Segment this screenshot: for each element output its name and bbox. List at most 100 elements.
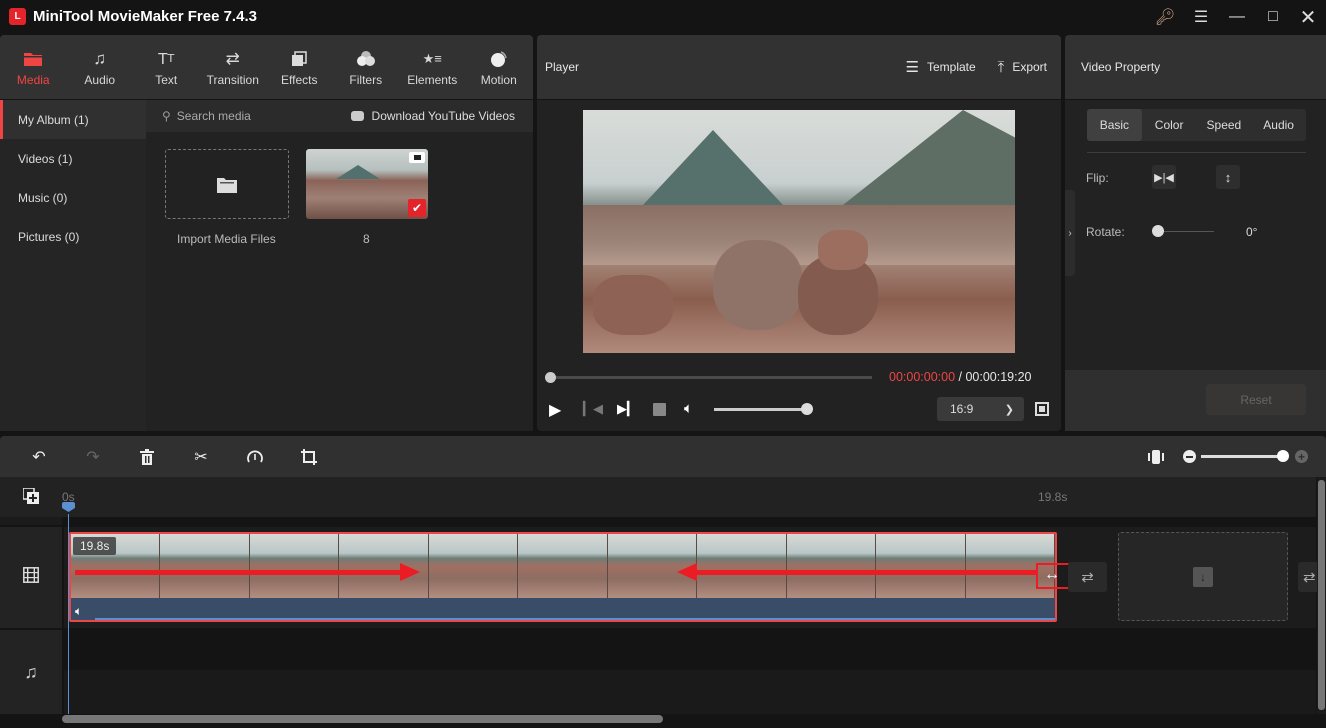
tab-media[interactable]: Media: [0, 35, 67, 99]
minimize-icon[interactable]: —: [1222, 5, 1252, 29]
ruler-end-label: 19.8s: [1038, 490, 1068, 504]
tab-label: Elements: [407, 72, 458, 87]
zoom-out-icon[interactable]: [1183, 450, 1196, 463]
playhead-handle[interactable]: [62, 502, 75, 512]
key-icon[interactable]: 🔑︎: [1150, 5, 1180, 29]
video-mountain: [643, 130, 783, 205]
search-icon: ⚲: [162, 109, 171, 123]
export-button[interactable]: ⤒ Export: [998, 59, 1047, 76]
clip-duration-badge: 19.8s: [73, 537, 117, 555]
timeline-ruler[interactable]: 0s 19.8s: [0, 477, 1316, 517]
tab-speed[interactable]: Speed: [1197, 109, 1252, 141]
split-scissors-icon[interactable]: ✂: [189, 445, 213, 469]
tab-filters[interactable]: Filters: [333, 35, 400, 99]
checkmark-icon[interactable]: ✔: [408, 199, 426, 217]
flip-horizontal-icon[interactable]: ▶|◀: [1152, 165, 1176, 189]
template-button[interactable]: ☰ Template: [906, 58, 976, 76]
video-clip[interactable]: 19.8s 🔈︎: [69, 532, 1057, 622]
timeline-zoom-handle[interactable]: [1277, 450, 1289, 462]
delete-icon[interactable]: [135, 445, 159, 469]
crop-icon[interactable]: [297, 445, 321, 469]
playback-progress-handle[interactable]: [545, 372, 556, 383]
redo-icon[interactable]: ↷: [81, 445, 105, 469]
sidebar-item-my-album[interactable]: My Album (1): [0, 100, 146, 139]
tab-elements[interactable]: ★≡ Elements: [399, 35, 466, 99]
tab-motion[interactable]: Motion: [466, 35, 533, 99]
horizontal-scrollbar[interactable]: [0, 714, 1326, 728]
tab-basic[interactable]: Basic: [1087, 109, 1142, 141]
menu-icon[interactable]: ☰: [1186, 5, 1216, 29]
fullscreen-icon[interactable]: [1035, 402, 1049, 416]
tab-transition[interactable]: ⇄ Transition: [200, 35, 267, 99]
property-title: Video Property: [1081, 60, 1161, 74]
export-icon: ⤒: [997, 58, 1005, 76]
media-thumbnail[interactable]: ✔: [306, 149, 428, 219]
timeline-toolbar: ↶ ↷ ✂ +: [0, 436, 1326, 477]
video-boulder: [818, 230, 868, 270]
title-bar: L MiniTool MovieMaker Free 7.4.3 🔑︎ ☰ — …: [0, 0, 1326, 34]
video-camera-icon: [409, 152, 425, 163]
playback-progress-track[interactable]: [550, 376, 872, 379]
aspect-ratio-value: 16:9: [950, 402, 974, 416]
sidebar-item-music[interactable]: Music (0): [0, 178, 146, 217]
clip-frames: [71, 534, 1055, 598]
zoom-in-icon[interactable]: +: [1295, 450, 1308, 464]
sidebar-item-pictures[interactable]: Pictures (0): [0, 217, 146, 256]
horizontal-scroll-thumb[interactable]: [62, 715, 663, 723]
volume-icon[interactable]: 🔈︎: [684, 400, 693, 417]
stop-icon[interactable]: [653, 403, 666, 416]
tab-effects[interactable]: Effects: [266, 35, 333, 99]
collapse-panel-button[interactable]: ›: [1065, 190, 1075, 276]
vertical-scrollbar[interactable]: [1317, 477, 1326, 717]
maximize-icon[interactable]: □: [1258, 5, 1288, 29]
audio-track[interactable]: [64, 630, 1316, 670]
volume-slider-track[interactable]: [714, 408, 806, 411]
drop-media-zone[interactable]: ↓: [1118, 532, 1288, 621]
tab-audio-property[interactable]: Audio: [1251, 109, 1306, 141]
player-header: Player ☰ Template ⤒ Export: [537, 35, 1061, 99]
effects-icon: [291, 48, 307, 70]
tab-label: Motion: [480, 72, 517, 87]
rotate-slider-handle[interactable]: [1152, 225, 1164, 237]
volume-slider-handle[interactable]: [801, 403, 813, 415]
tab-audio[interactable]: ♫ Audio: [67, 35, 134, 99]
search-input[interactable]: ⚲ Search media: [162, 109, 251, 123]
folder-icon: [23, 48, 43, 70]
reset-button[interactable]: Reset: [1206, 384, 1306, 415]
time-display: 00:00:00:00 / 00:00:19:20: [889, 370, 1032, 384]
clip-frame: [249, 534, 340, 598]
aspect-ratio-select[interactable]: 16:9 ❯: [937, 397, 1024, 421]
timeline-zoom-slider[interactable]: [1201, 455, 1283, 458]
speed-gauge-icon[interactable]: [243, 445, 267, 469]
undo-icon[interactable]: ↶: [27, 445, 51, 469]
tab-label: Transition: [206, 72, 259, 87]
close-icon[interactable]: ✕: [1293, 5, 1323, 29]
tab-label: Text: [155, 72, 178, 87]
tab-text[interactable]: TT Text: [133, 35, 200, 99]
clip-volume-icon[interactable]: 🔈︎: [75, 604, 82, 619]
add-track-icon[interactable]: [22, 487, 39, 504]
motion-icon: [490, 48, 508, 70]
total-time: 00:00:19:20: [965, 370, 1032, 384]
transition-slot-button[interactable]: ⇄: [1068, 562, 1107, 592]
clip-frame: [697, 534, 787, 598]
video-cliff: [843, 110, 1015, 205]
music-track[interactable]: [64, 670, 1316, 714]
vertical-scroll-thumb[interactable]: [1318, 480, 1325, 710]
import-media-button[interactable]: [165, 149, 289, 219]
next-frame-icon[interactable]: ▶▎: [617, 401, 637, 417]
clip-frame: [518, 534, 608, 598]
play-icon[interactable]: ▶: [549, 400, 561, 420]
video-boulder: [593, 275, 673, 335]
flip-vertical-icon[interactable]: ↕: [1216, 165, 1240, 189]
rotate-slider-track[interactable]: [1158, 231, 1214, 232]
transition-icon: ⇄: [1303, 569, 1316, 586]
fit-timeline-icon[interactable]: [1144, 445, 1168, 469]
tab-label: Color: [1154, 118, 1184, 132]
previous-frame-icon[interactable]: ▎◀: [583, 401, 603, 417]
sidebar-item-videos[interactable]: Videos (1): [0, 139, 146, 178]
tab-color[interactable]: Color: [1142, 109, 1197, 141]
video-boulder: [713, 240, 803, 330]
chevron-down-icon: ❯: [1004, 403, 1014, 416]
download-youtube-button[interactable]: Download YouTube Videos: [350, 109, 515, 123]
